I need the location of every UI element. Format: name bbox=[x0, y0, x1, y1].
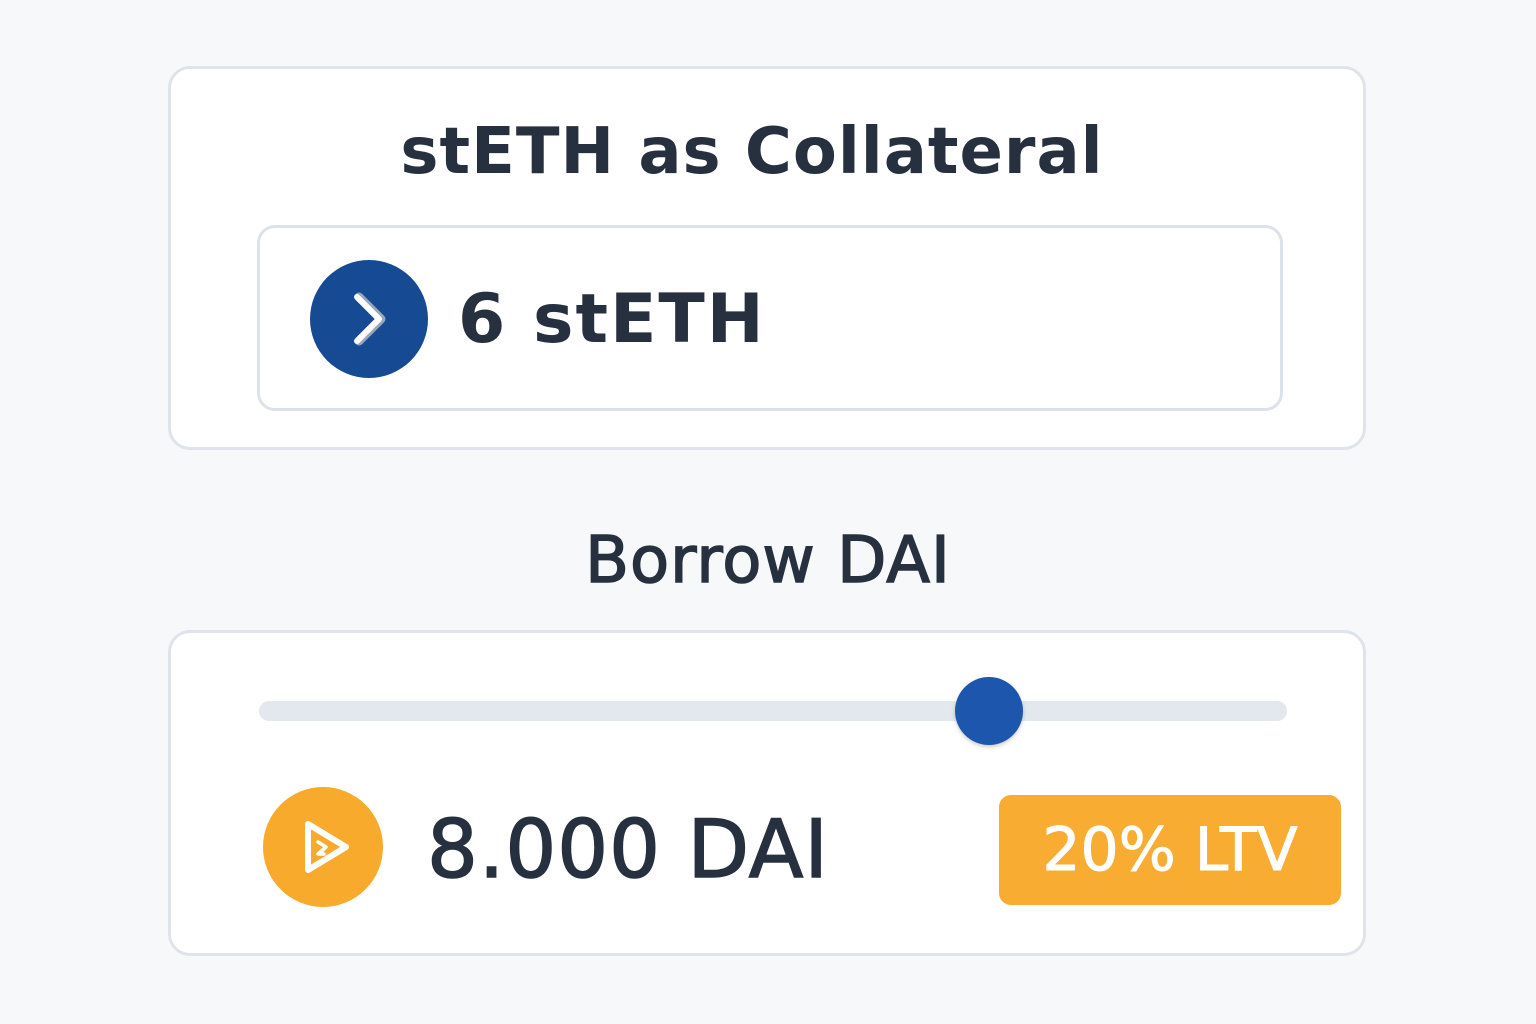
collateral-amount: 6 stETH bbox=[458, 280, 766, 359]
borrow-card: 8.000 DAI 20% LTV bbox=[168, 630, 1366, 956]
borrow-amount: 8.000 DAI bbox=[426, 802, 829, 897]
collateral-title: stETH as Collateral bbox=[400, 115, 1104, 189]
slider-thumb[interactable] bbox=[954, 677, 1023, 745]
collateral-card: stETH as Collateral 6 stETH bbox=[168, 66, 1366, 450]
collateral-amount-field[interactable]: 6 stETH bbox=[257, 225, 1283, 411]
dai-play-icon bbox=[263, 787, 383, 907]
slider-track[interactable] bbox=[259, 701, 1287, 721]
borrow-title: Borrow DAI bbox=[584, 523, 951, 599]
borrow-page: stETH as Collateral 6 stETH Borrow DAI 8… bbox=[0, 0, 1536, 1024]
ltv-badge: 20% LTV bbox=[999, 795, 1341, 905]
steth-chevron-icon bbox=[310, 260, 428, 378]
borrow-slider[interactable] bbox=[259, 677, 1287, 745]
